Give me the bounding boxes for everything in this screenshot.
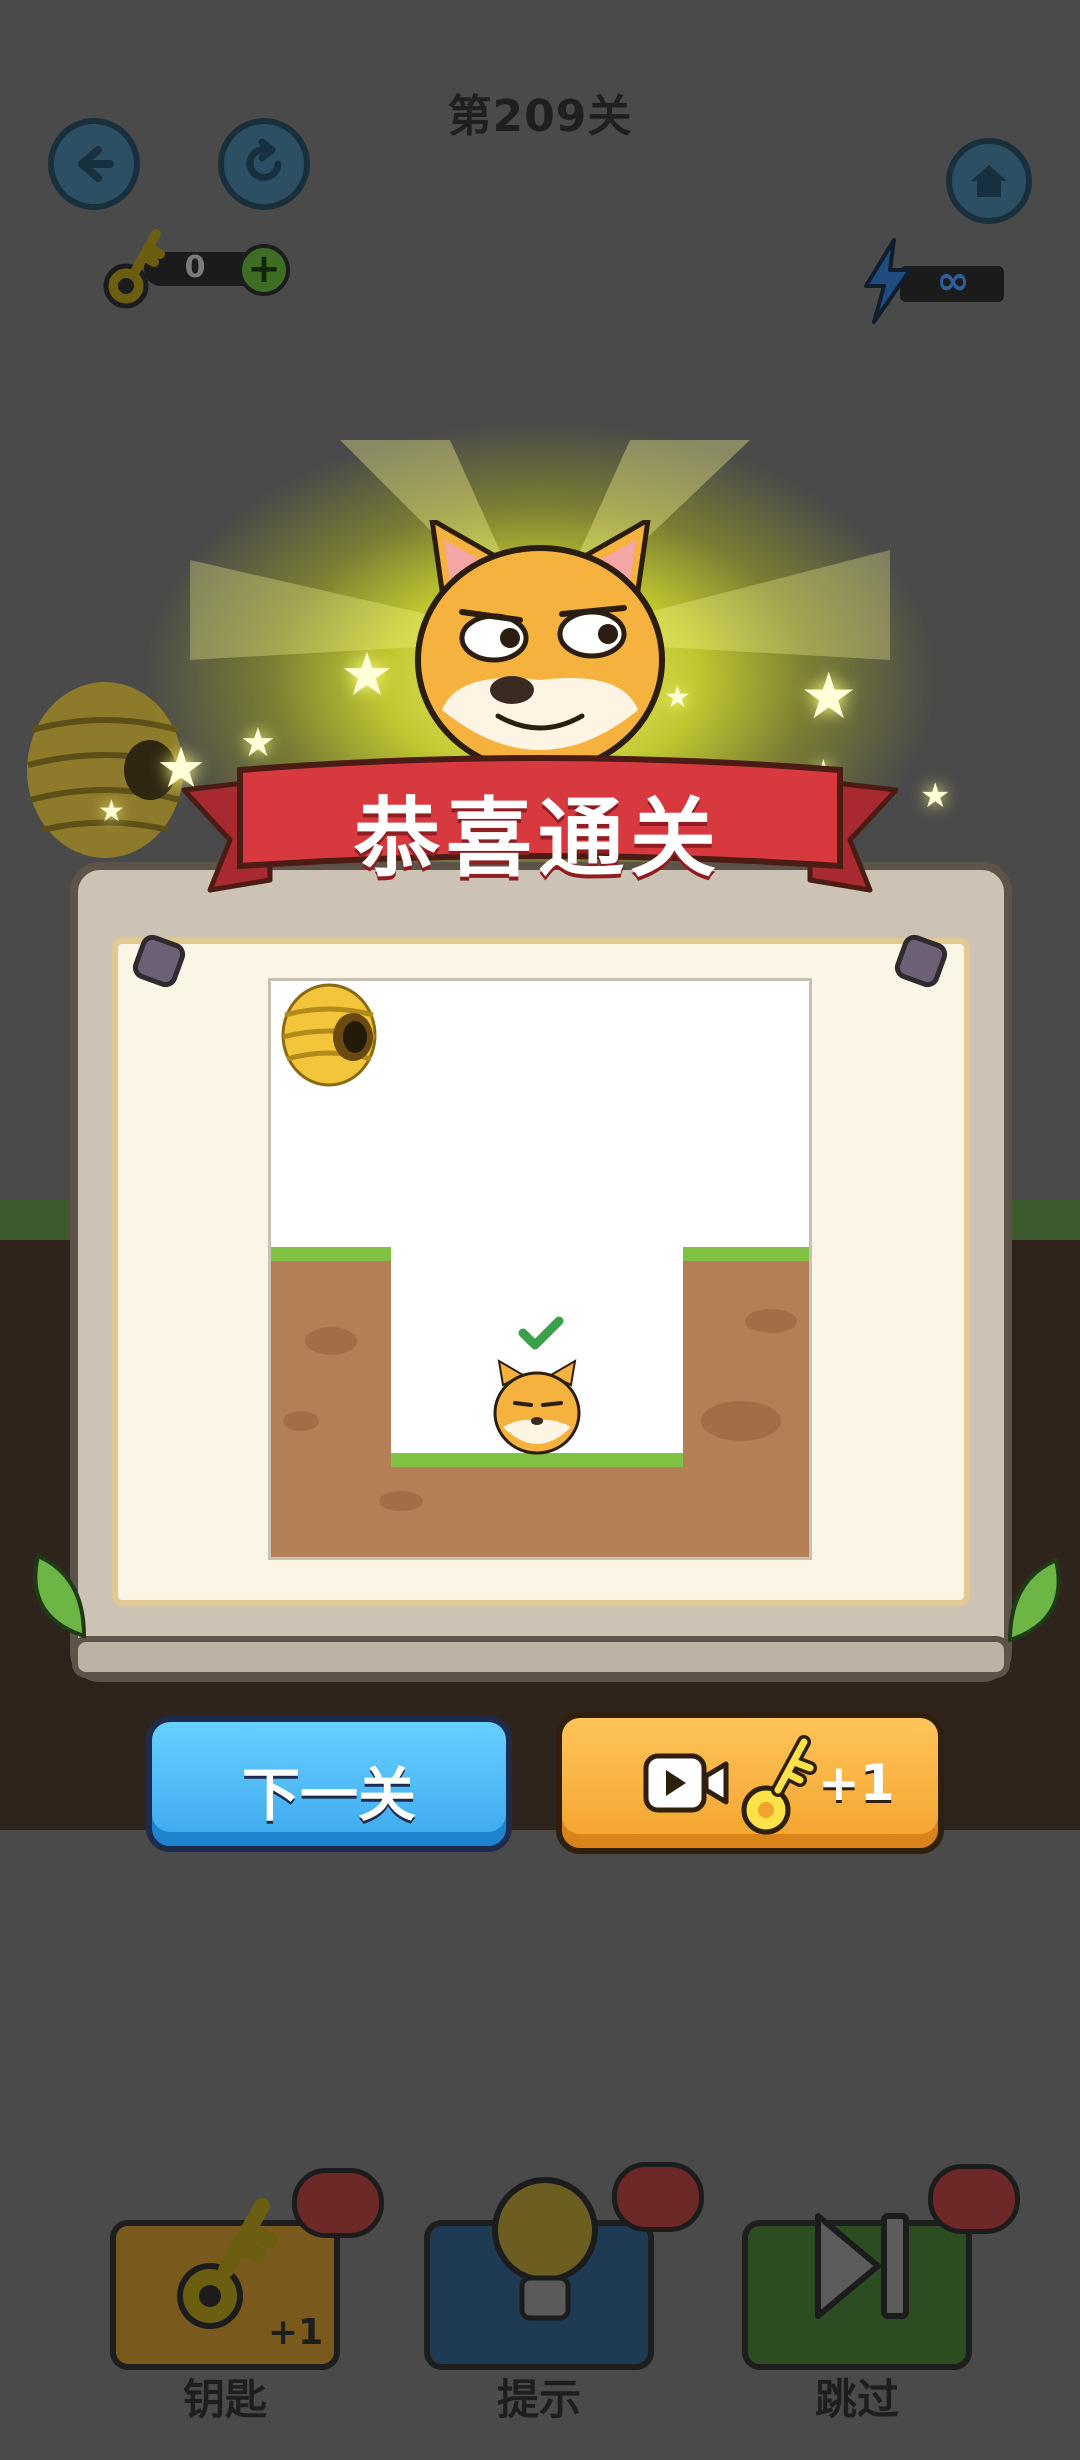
tool-key-button[interactable]: +1 xyxy=(110,2198,340,2370)
tool-key-label: 钥匙 xyxy=(182,2375,267,2424)
sparkle-star-icon: ★ xyxy=(98,794,125,829)
restart-button[interactable] xyxy=(218,118,310,210)
sparkle-star-icon: ★ xyxy=(664,680,691,715)
tool-skip-label: 跳过 xyxy=(814,2375,899,2424)
add-keys-button[interactable]: + xyxy=(238,244,290,296)
sparkle-star-icon: ★ xyxy=(800,660,858,734)
video-badge-icon xyxy=(292,2168,384,2238)
key-count: 0 xyxy=(184,250,206,285)
tool-hint-label: 提示 xyxy=(496,2375,581,2424)
restart-icon xyxy=(246,138,282,181)
arrow-left-icon xyxy=(78,146,114,182)
sparkle-star-icon: ★ xyxy=(920,776,951,816)
dialog-stone-base xyxy=(72,1636,1010,1678)
leaf-icon xyxy=(33,1553,87,1639)
energy-counter: ∞ xyxy=(860,236,1010,324)
banner-title-wrap: 恭喜通关 xyxy=(188,760,888,890)
doge-character-icon xyxy=(493,1359,581,1455)
sparkle-star-icon: ★ xyxy=(340,640,394,710)
video-badge-icon xyxy=(928,2164,1020,2234)
lightbulb-icon xyxy=(492,2177,598,2321)
tool-key-plus: +1 xyxy=(268,2312,324,2353)
leaf-icon xyxy=(1007,1557,1061,1643)
next-level-label: 下一关 xyxy=(241,1761,416,1829)
level-preview xyxy=(268,978,812,1560)
level-title: 第209关 xyxy=(447,91,633,142)
key-icon xyxy=(741,1735,817,1835)
key-counter: 0 + xyxy=(100,226,292,309)
next-level-button[interactable]: 下一关 xyxy=(146,1716,512,1852)
energy-value: ∞ xyxy=(936,258,970,304)
watch-ad-reward: +1 xyxy=(818,1754,895,1812)
beehive-icon xyxy=(281,983,377,1087)
level-preview-scene xyxy=(271,981,809,1557)
skip-icon xyxy=(815,2213,909,2319)
back-button[interactable] xyxy=(48,118,140,210)
video-badge-icon xyxy=(612,2162,704,2232)
home-icon xyxy=(971,165,1007,197)
doge-mascot-icon xyxy=(415,520,665,775)
video-camera-icon xyxy=(643,1753,729,1813)
tool-hint-button[interactable] xyxy=(424,2177,654,2370)
banner-title: 恭喜通关 xyxy=(354,789,722,889)
home-button[interactable] xyxy=(946,138,1032,224)
watch-ad-key-button[interactable]: +1 xyxy=(556,1712,944,1854)
tool-skip-button[interactable] xyxy=(742,2213,972,2370)
